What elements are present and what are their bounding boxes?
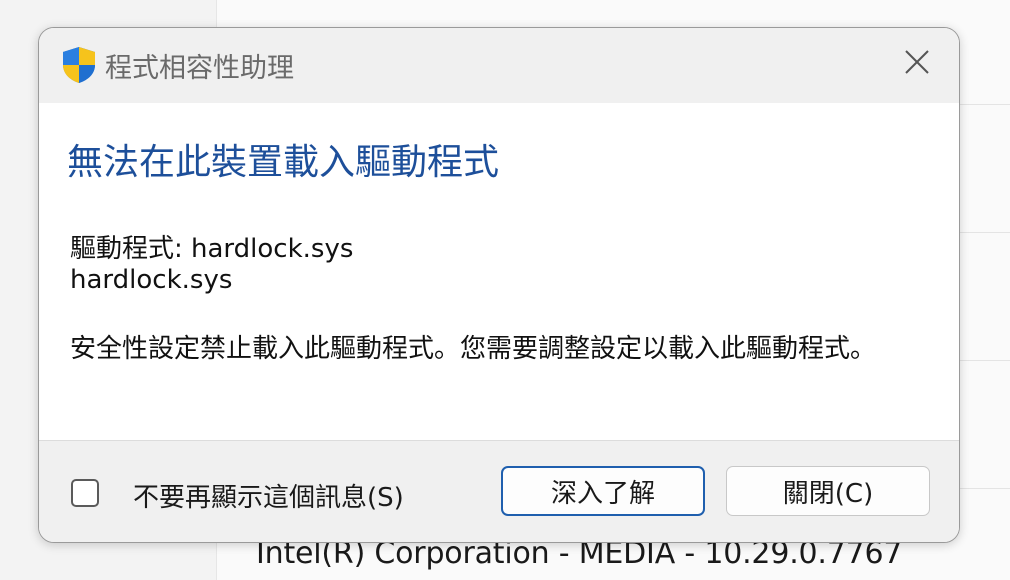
dialog-title: 程式相容性助理 xyxy=(105,53,294,84)
uac-shield-icon xyxy=(61,46,97,84)
driver-name-label: 驅動程式: hardlock.sys xyxy=(70,234,354,264)
dialog-titlebar[interactable]: 程式相容性助理 xyxy=(39,28,959,103)
dialog-content: 無法在此裝置載入驅動程式 驅動程式: hardlock.sys hardlock… xyxy=(39,103,959,440)
dialog-heading: 無法在此裝置載入驅動程式 xyxy=(67,142,500,183)
dont-show-again-label[interactable]: 不要再顯示這個訊息(S) xyxy=(133,477,404,514)
dialog-description: 安全性設定禁止載入此驅動程式。您需要調整設定以載入此驅動程式。 xyxy=(70,334,877,364)
learn-more-button[interactable]: 深入了解 xyxy=(501,466,705,516)
close-icon xyxy=(904,49,930,79)
compatibility-assistant-dialog: 程式相容性助理 無法在此裝置載入驅動程式 驅動程式: hardlock.sys … xyxy=(38,27,960,543)
dont-show-again-checkbox[interactable] xyxy=(71,479,99,507)
close-dialog-button[interactable]: 關閉(C) xyxy=(726,466,930,516)
dialog-footer: 不要再顯示這個訊息(S) 深入了解 關閉(C) xyxy=(39,440,959,542)
driver-file-name: hardlock.sys xyxy=(70,265,233,295)
close-button[interactable] xyxy=(893,40,941,88)
